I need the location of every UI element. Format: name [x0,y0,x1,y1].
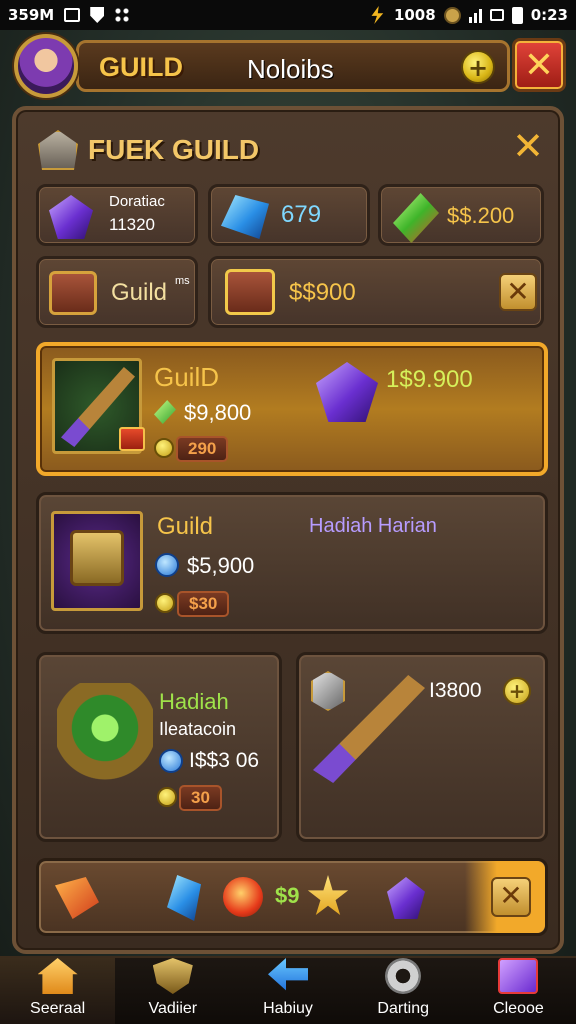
resource-cell-3[interactable]: $$.200 [378,184,544,246]
nav-item-shield[interactable]: Vadiier [115,958,230,1024]
arrow-icon [268,958,308,991]
home-icon [37,958,78,994]
bottom-nav: Seeraal Vadiier Habiuy Darting Cleooe [0,956,576,1024]
card-subtitle: Ileatacoin [159,719,237,739]
panel-title-row: FUEK GUILD [38,128,259,172]
shield-icon [152,958,193,994]
guild-offer-card-daily[interactable]: Guild Hadiah Harian $5,900 $30 [36,492,548,634]
guild-staff-card[interactable]: I3800 + [296,652,548,842]
panel-close-button[interactable]: ✕ [510,127,546,165]
avatar[interactable] [14,34,78,98]
nav-label: Cleooe [493,1000,544,1017]
signal-icon [468,7,482,23]
blue-coin-icon [155,553,179,577]
green-gem-icon [154,400,176,424]
message-icon [64,8,81,22]
treasure-chest-icon [225,269,275,315]
guild-panel: FUEK GUILD ✕ Doratiac 11320 679 $$.200 G… [12,106,564,954]
battery-icon [511,6,523,24]
card-reward-value: 1$9.900 [386,366,473,393]
status-time: 0:23 [530,6,568,24]
green-gem-icon [393,193,439,243]
coin-icon [154,438,174,458]
card-value: I3800 [429,679,482,702]
blue-coin-icon [159,749,183,773]
grid-icon [114,7,131,23]
resource-cell-1[interactable]: Doratiac 11320 [36,184,198,246]
resource-value: $$.200 [447,203,515,228]
bolt-icon [371,6,384,24]
guild-bank-close-button[interactable]: ✕ [499,273,537,311]
nav-item-home[interactable]: Seeraal [0,958,116,1024]
wifi-icon [489,9,504,21]
coin-icon [155,593,175,613]
card-title: Hadiah [159,689,229,714]
header-bar: GUILD Noloibs [76,40,510,92]
item-thumbnail [51,511,143,611]
add-coin-button[interactable] [461,50,495,84]
guild-bank-cell[interactable]: $$900 ✕ [208,256,544,328]
purple-gem-icon [387,877,425,919]
star-icon [307,875,349,916]
header-close-button[interactable]: ✕ [512,38,566,92]
coin-icon [443,6,461,24]
gear-icon [385,958,422,994]
emerald-helm-icon [57,683,153,783]
top-header: GUILD Noloibs ✕ [10,34,566,104]
card-price: $5,900 [187,553,255,578]
nav-label: Darting [377,1000,429,1017]
nav-item-chest[interactable]: Cleooe [461,958,576,1024]
resource-value: 11320 [109,215,156,234]
rank-badge-icon [119,427,145,451]
guild-bank-label: Guild [111,279,168,306]
nav-item-settings[interactable]: Darting [346,958,461,1024]
resource-cell-2[interactable]: 679 [208,184,370,246]
resource-value: 679 [281,201,322,228]
resource-label: Doratiac [109,193,165,210]
blue-crystal-icon [221,195,269,239]
strip-close-button[interactable]: ✕ [491,877,531,917]
card-badge-value: 290 [176,436,229,462]
player-name: Noloibs [247,54,334,84]
guild-bank-value: $$900 [289,279,356,306]
card-title: GuilD [154,362,220,392]
status-battery-text: 1008 [393,6,436,24]
card-subtitle: Hadiah Harian [309,515,437,537]
hammer-icon [70,530,124,586]
guild-offer-card-gold[interactable]: GuilD $9,800 290 1$9.900 [36,342,548,476]
guild-chest-cell[interactable]: Guild ms [36,256,198,328]
card-price: $9,800 [184,400,252,425]
nav-item-arrow[interactable]: Habiuy [230,958,345,1024]
fire-orb-icon [223,877,263,917]
panel-title: FUEK GUILD [88,134,260,165]
header-title: GUILD [99,52,183,82]
blue-crystal-icon [167,875,201,921]
coin-icon [157,787,177,807]
item-strip: $9 ✕ [36,858,548,936]
card-badge-value: $30 [177,591,230,617]
item-thumbnail [52,358,145,454]
chest-icon [498,958,539,994]
purple-gem-icon [49,195,93,239]
add-coin-button[interactable]: + [503,677,531,705]
card-badge-value: 30 [179,785,222,811]
gray-gem-icon [311,671,345,711]
guild-emblem-icon [38,130,78,170]
close-icon: ✕ [523,45,555,86]
nav-label: Habiuy [263,1000,313,1017]
status-bar: 359M 1008 0:23 [0,0,576,30]
guild-bank-superscript: ms [175,275,190,287]
nav-label: Seeraal [30,1000,86,1017]
nav-label: Vadiier [148,1000,198,1017]
chest-icon [49,271,97,315]
card-price: I$$3 06 [189,749,260,772]
shield-icon [90,7,105,23]
card-title: Guild [157,513,214,540]
status-left-text: 359M [8,6,55,24]
guild-reward-card[interactable]: Hadiah Ileatacoin I$$3 06 30 [36,652,282,842]
purple-shield-gem-icon [316,362,378,422]
red-gem-icon [55,877,99,919]
strip-value: $9 [275,883,300,908]
